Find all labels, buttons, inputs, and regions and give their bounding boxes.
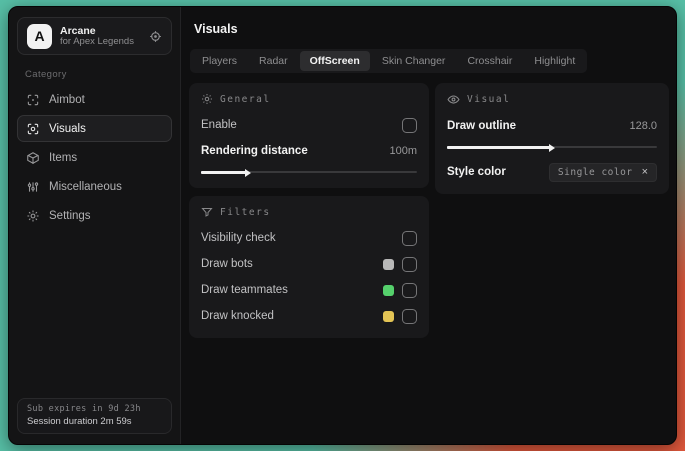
- subscription-card: Sub expires in 9d 23h Session duration 2…: [17, 398, 172, 434]
- enable-checkbox[interactable]: [402, 117, 417, 133]
- app-subtitle: for Apex Legends: [60, 35, 134, 47]
- visibility-check-row: Visibility check: [201, 228, 417, 248]
- draw-bots-label: Draw bots: [201, 258, 253, 270]
- enable-label: Enable: [201, 119, 237, 131]
- page-title: Visuals: [194, 22, 238, 36]
- tab-crosshair[interactable]: Crosshair: [457, 51, 522, 71]
- slider-fill[interactable]: [201, 168, 252, 177]
- app-window: A Arcane for Apex Legends Category Aimbo…: [8, 6, 677, 445]
- tab-highlight[interactable]: Highlight: [524, 51, 585, 71]
- panel-title: Filters: [220, 206, 271, 218]
- sun-icon: [201, 93, 213, 105]
- tab-radar[interactable]: Radar: [249, 51, 298, 71]
- funnel-icon: [201, 206, 213, 218]
- draw-teammates-color-swatch[interactable]: [383, 284, 394, 296]
- visual-panel: Visual Draw outline 128.0 Style color Si…: [435, 83, 669, 194]
- sidebar-item-settings[interactable]: Settings: [17, 202, 172, 229]
- filters-panel: Filters Visibility check Draw bots Draw …: [189, 196, 429, 338]
- draw-knocked-label: Draw knocked: [201, 310, 274, 322]
- session-duration-text: Session duration 2m 59s: [27, 416, 132, 427]
- rendering-distance-row: Rendering distance 100m: [201, 141, 417, 161]
- sub-expires-text: Sub expires in 9d 23h: [27, 404, 141, 414]
- sidebar: A Arcane for Apex Legends Category Aimbo…: [9, 7, 181, 444]
- draw-knocked-row: Draw knocked: [201, 306, 417, 326]
- right-column: Visual Draw outline 128.0 Style color Si…: [435, 83, 669, 194]
- content: General Enable Rendering distance 100m F…: [189, 83, 669, 338]
- left-column: General Enable Rendering distance 100m F…: [189, 83, 429, 338]
- tab-players[interactable]: Players: [192, 51, 247, 71]
- sidebar-item-aimbot[interactable]: Aimbot: [17, 86, 172, 113]
- draw-teammates-checkbox[interactable]: [402, 282, 417, 298]
- target-icon[interactable]: [149, 30, 162, 43]
- gear-icon: [26, 209, 40, 223]
- app-logo: A: [27, 23, 52, 49]
- scan-eye-icon: [26, 122, 40, 136]
- draw-outline-label: Draw outline: [447, 120, 517, 132]
- style-color-dropdown[interactable]: Single color ×: [548, 162, 657, 182]
- rendering-distance-value: 100m: [389, 145, 417, 157]
- rendering-distance-label: Rendering distance: [201, 145, 308, 157]
- sidebar-item-label: Items: [49, 151, 78, 164]
- slider-fill[interactable]: [447, 143, 555, 152]
- draw-teammates-label: Draw teammates: [201, 284, 288, 296]
- filters-panel-header: Filters: [201, 206, 417, 218]
- draw-outline-value: 128.0: [629, 120, 657, 132]
- brand-card: A Arcane for Apex Legends: [17, 17, 172, 55]
- panel-title: General: [220, 93, 271, 105]
- draw-bots-color-swatch[interactable]: [383, 258, 394, 270]
- sidebar-item-visuals[interactable]: Visuals: [17, 115, 172, 142]
- tab-bar: Players Radar OffScreen Skin Changer Cro…: [190, 49, 588, 73]
- sidebar-item-label: Aimbot: [49, 93, 85, 106]
- style-color-value: Single color: [557, 166, 633, 178]
- style-color-label: Style color: [447, 166, 506, 178]
- draw-bots-checkbox[interactable]: [402, 256, 417, 272]
- panel-title: Visual: [467, 94, 511, 105]
- sidebar-item-miscellaneous[interactable]: Miscellaneous: [17, 173, 172, 200]
- sidebar-item-items[interactable]: Items: [17, 144, 172, 171]
- draw-teammates-row: Draw teammates: [201, 280, 417, 300]
- close-icon[interactable]: ×: [642, 166, 648, 178]
- category-label: Category: [25, 69, 67, 80]
- crosshair-icon: [26, 93, 40, 107]
- main-area: Visuals Players Radar OffScreen Skin Cha…: [181, 7, 676, 444]
- sidebar-item-label: Visuals: [49, 122, 86, 135]
- sidebar-item-label: Miscellaneous: [49, 180, 122, 193]
- draw-outline-slider[interactable]: [447, 143, 657, 152]
- draw-knocked-color-swatch[interactable]: [383, 310, 394, 322]
- enable-row: Enable: [201, 115, 417, 135]
- visibility-check-checkbox[interactable]: [402, 230, 417, 246]
- cube-icon: [26, 151, 40, 165]
- app-name: Arcane: [60, 24, 96, 37]
- style-color-row: Style color Single color ×: [447, 162, 657, 182]
- eye-icon: [447, 93, 460, 106]
- sliders-icon: [26, 180, 40, 194]
- sidebar-nav: Aimbot Visuals Items Miscellaneous Setti…: [17, 86, 172, 229]
- general-panel: General Enable Rendering distance 100m: [189, 83, 429, 188]
- rendering-distance-slider[interactable]: [201, 168, 417, 177]
- tab-offscreen[interactable]: OffScreen: [299, 51, 370, 71]
- draw-outline-row: Draw outline 128.0: [447, 116, 657, 136]
- brand-text: Arcane for Apex Legends: [60, 25, 141, 48]
- general-panel-header: General: [201, 93, 417, 105]
- visual-panel-header: Visual: [447, 93, 657, 106]
- visibility-check-label: Visibility check: [201, 232, 276, 244]
- tab-skin-changer[interactable]: Skin Changer: [372, 51, 456, 71]
- draw-bots-row: Draw bots: [201, 254, 417, 274]
- sidebar-item-label: Settings: [49, 209, 91, 222]
- draw-knocked-checkbox[interactable]: [402, 308, 417, 324]
